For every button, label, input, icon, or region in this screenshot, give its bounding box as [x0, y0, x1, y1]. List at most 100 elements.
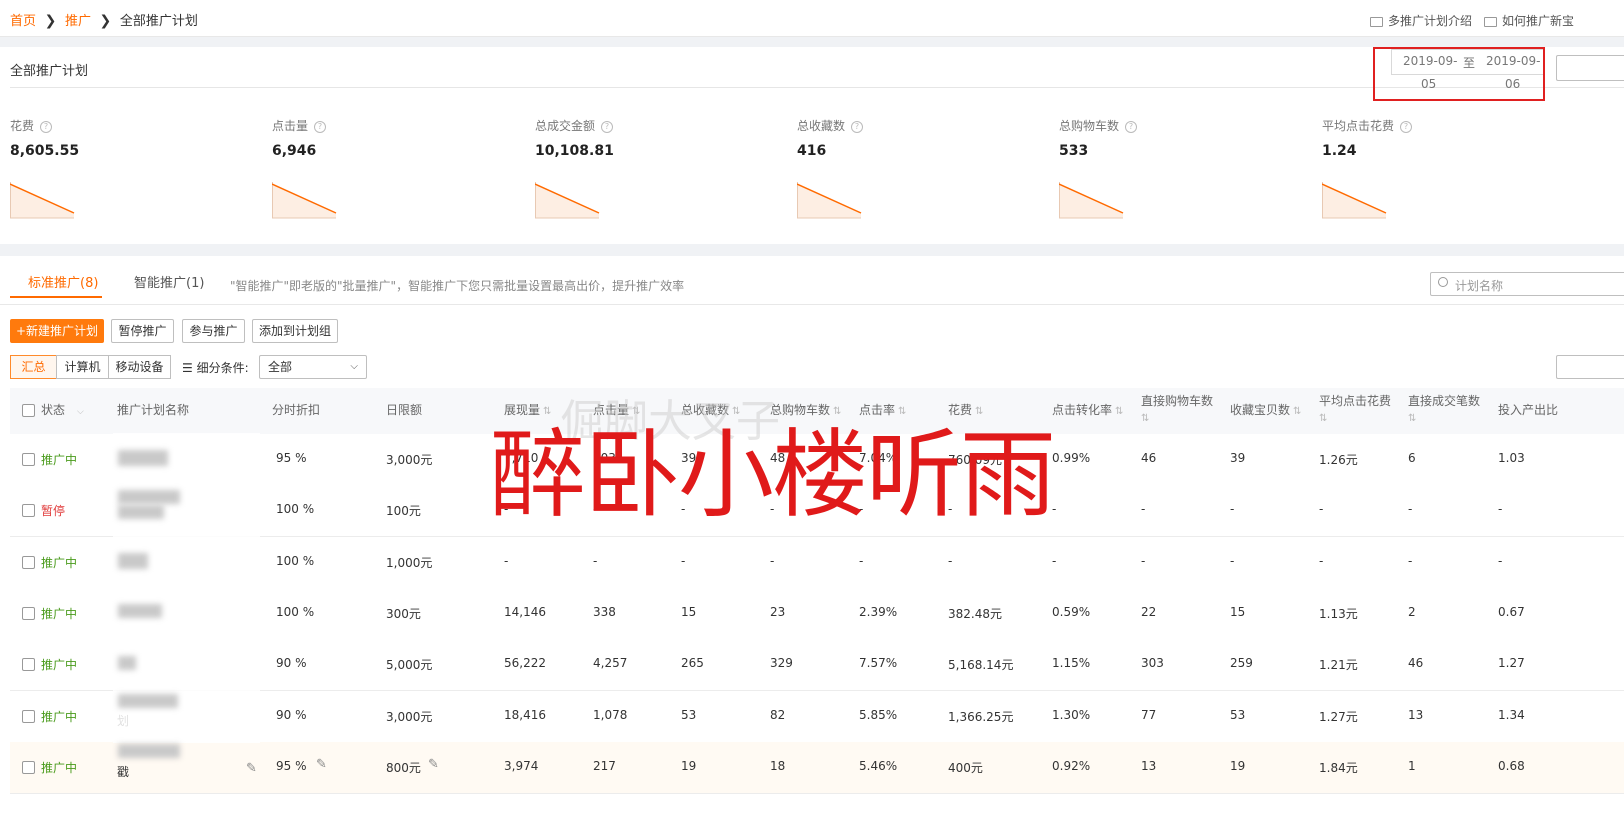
col-direct-cart[interactable]: 直接购物车数 ⇅	[1141, 393, 1221, 427]
join-button[interactable]: 参与推广	[182, 319, 245, 343]
help-icon[interactable]: ?	[314, 120, 327, 133]
cell-fav-items: 39	[1230, 451, 1246, 465]
tab-standard[interactable]: 标准推广(8)	[28, 272, 98, 291]
column-settings-button[interactable]	[1556, 355, 1624, 379]
status-label: 推广中	[41, 555, 78, 570]
edit-icon[interactable]: ✎	[246, 761, 257, 776]
plan-name[interactable]: 戳	[117, 763, 129, 780]
date-apply-button[interactable]	[1556, 55, 1624, 81]
cell-direct-cart: -	[1141, 553, 1146, 568]
col-cost[interactable]: 花费 ⇅	[948, 402, 983, 420]
cell-discount: 100 %	[276, 502, 315, 517]
search-input[interactable]: 计划名称	[1430, 272, 1624, 296]
cell-avg-cpc: -	[1319, 553, 1324, 568]
cell-clicks: 338	[593, 604, 616, 619]
new-plan-button[interactable]: +新建推广计划	[10, 319, 104, 343]
status-label: 推广中	[41, 760, 78, 775]
cell-cart: 23	[770, 604, 786, 619]
row-checkbox[interactable]	[22, 555, 35, 569]
search-placeholder: 计划名称	[1455, 279, 1504, 293]
segment-summary[interactable]: 汇总	[10, 355, 57, 379]
col-name: 推广计划名称	[117, 403, 190, 417]
col-fav-items[interactable]: 收藏宝贝数 ⇅	[1230, 402, 1301, 420]
cell-roi: 0.67	[1498, 604, 1525, 619]
video-icon	[1370, 16, 1383, 27]
cell-roi: 1.03	[1498, 451, 1525, 465]
table-row[interactable]: 推广中 戳 95 % ✎ 800元 ✎ 3,974 217 19 18 5.46% 400元 0.92%…	[10, 741, 1624, 794]
row-checkbox[interactable]	[22, 606, 35, 620]
cell-fav-items: 15	[1230, 604, 1246, 619]
cell-daily: 800元	[386, 760, 421, 775]
cell-impressions: 14,146	[504, 604, 546, 619]
add-group-button[interactable]: 添加到计划组	[252, 319, 338, 343]
filter-select[interactable]: 全部 ⌵	[259, 355, 367, 379]
intro-link[interactable]: 多推广计划介绍	[1370, 12, 1472, 29]
status-label: 推广中	[41, 606, 78, 621]
cell-direct-cart: 13	[1141, 758, 1157, 773]
metric-value: 6,946	[272, 143, 317, 159]
cell-cvr: 0.92%	[1052, 758, 1091, 773]
tab-active-underline	[10, 296, 102, 298]
cell-fav: -	[681, 553, 686, 568]
cell-fav: 15	[681, 604, 697, 619]
cell-direct-cart: 46	[1141, 451, 1157, 465]
cell-avg-cpc: 1.13元	[1319, 606, 1358, 621]
breadcrumb-promo[interactable]: 推广	[65, 14, 91, 29]
cell-direct-orders: 1	[1408, 758, 1416, 773]
howto-link[interactable]: 如何推广新宝	[1484, 12, 1624, 29]
pause-button[interactable]: 暂停推广	[111, 319, 174, 343]
redacted-name	[118, 656, 136, 670]
col-status[interactable]: 状态 ⌵	[41, 402, 84, 420]
cell-fav-items: 259	[1230, 656, 1253, 671]
breadcrumb-home[interactable]: 首页	[10, 14, 36, 29]
col-avg-cpc[interactable]: 平均点击花费 ⇅	[1319, 393, 1399, 427]
tab-smart[interactable]: 智能推广(1)	[134, 272, 204, 291]
col-direct-orders[interactable]: 直接成交笔数 ⇅	[1408, 393, 1488, 427]
metric-label-text: 点击量	[272, 119, 309, 133]
cell-daily: 100元	[386, 504, 421, 519]
metric-value: 10,108.81	[535, 143, 614, 159]
segment-computer[interactable]: 计算机	[56, 355, 109, 379]
cell-daily: 1,000元	[386, 555, 433, 570]
col-ctr[interactable]: 点击率 ⇅	[859, 402, 906, 420]
metric-label-text: 总成交金额	[535, 119, 596, 133]
col-cvr[interactable]: 点击转化率 ⇅	[1052, 402, 1123, 420]
row-checkbox[interactable]	[22, 504, 35, 518]
cell-daily: 3,000元	[386, 453, 433, 467]
redacted-name	[118, 490, 180, 504]
help-icon[interactable]: ?	[40, 120, 53, 133]
cell-direct-orders: -	[1408, 502, 1413, 517]
row-checkbox[interactable]	[22, 658, 35, 672]
cell-direct-cart: 22	[1141, 604, 1157, 619]
help-icon[interactable]: ?	[1125, 120, 1138, 133]
select-all-checkbox[interactable]	[22, 404, 35, 417]
help-icon[interactable]: ?	[601, 120, 614, 133]
cell-avg-cpc: 1.27元	[1319, 709, 1358, 724]
metric-label-text: 平均点击花费	[1322, 119, 1395, 133]
segment-mobile[interactable]: 移动设备	[108, 355, 171, 379]
breadcrumb: 首页 ❯ 推广 ❯ 全部推广计划	[10, 10, 198, 29]
metric-label: 平均点击花费?	[1322, 117, 1413, 134]
col-impressions[interactable]: 展现量 ⇅	[504, 402, 551, 420]
section-gap	[0, 244, 1624, 256]
row-checkbox[interactable]	[22, 453, 35, 466]
row-checkbox[interactable]	[22, 760, 35, 774]
redacted-name	[118, 553, 148, 569]
edit-icon[interactable]: ✎	[316, 757, 327, 772]
cell-fav: 53	[681, 707, 697, 722]
cell-direct-orders: -	[1408, 553, 1413, 568]
cell-cart: 18	[770, 758, 786, 773]
col-cart[interactable]: 总购物车数 ⇅	[770, 402, 841, 420]
cell-avg-cpc: 1.21元	[1319, 658, 1358, 673]
cell-avg-cpc: 1.84元	[1319, 760, 1358, 775]
cell-ctr: -	[859, 553, 864, 568]
divider	[0, 304, 1624, 305]
cell-cvr: 1.15%	[1052, 656, 1091, 671]
help-icon[interactable]: ?	[851, 120, 864, 133]
help-icon[interactable]: ?	[1400, 120, 1413, 133]
row-checkbox[interactable]	[22, 709, 35, 723]
edit-icon[interactable]: ✎	[428, 757, 439, 772]
metric-value: 533	[1059, 143, 1089, 159]
cell-direct-cart: 77	[1141, 707, 1157, 722]
metric-sparkline	[1322, 182, 1387, 219]
